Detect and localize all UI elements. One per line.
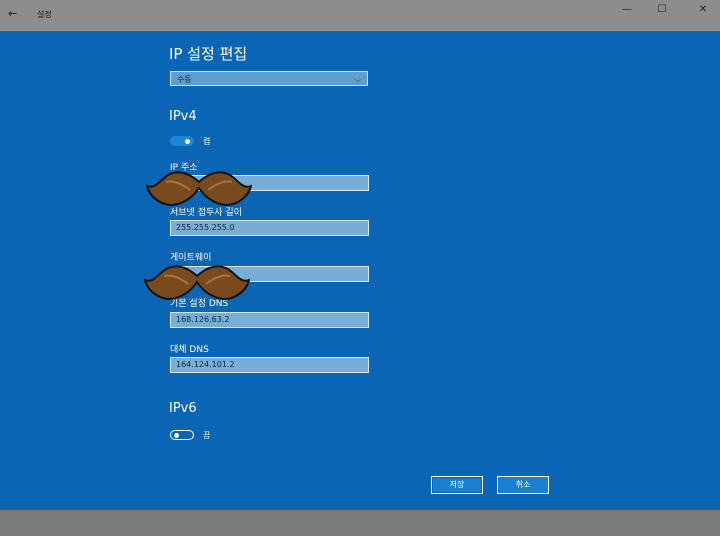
ipv6-heading: IPv6 [169, 401, 197, 416]
cancel-button[interactable]: 취소 [497, 476, 549, 494]
title-bar: ← 설정 — ☐ ✕ [0, 0, 720, 31]
ip-mode-select[interactable]: 수동 ⌵ [170, 71, 368, 86]
close-button[interactable]: ✕ [686, 0, 720, 20]
toggle-knob [174, 432, 179, 438]
bottom-bar [0, 510, 720, 536]
window-title: 설정 [37, 10, 52, 19]
ipv4-heading: IPv4 [169, 109, 197, 124]
ip-mode-value: 수동 [177, 75, 192, 84]
preferred-dns-field[interactable]: 168.126.63.2 [170, 312, 369, 328]
ipv6-toggle[interactable] [170, 430, 194, 440]
ipv6-toggle-label: 끔 [203, 431, 211, 440]
mustache-overlay-icon [144, 265, 250, 300]
mustache-overlay-icon [146, 171, 252, 206]
ipv4-toggle-label: 켬 [203, 137, 211, 146]
maximize-button[interactable]: ☐ [645, 0, 679, 20]
minimize-button[interactable]: — [610, 0, 644, 20]
alternate-dns-field[interactable]: 164.124.101.2 [170, 357, 369, 373]
chevron-down-icon: ⌵ [354, 75, 361, 84]
save-button[interactable]: 저장 [431, 476, 483, 494]
ipv4-toggle[interactable] [170, 136, 194, 146]
back-arrow-icon[interactable]: ← [8, 7, 17, 20]
toggle-knob [185, 138, 190, 144]
subnet-prefix-field[interactable]: 255.255.255.0 [170, 220, 369, 236]
dialog-title: IP 설정 편집 [169, 45, 248, 63]
alternate-dns-label: 대체 DNS [170, 345, 209, 355]
